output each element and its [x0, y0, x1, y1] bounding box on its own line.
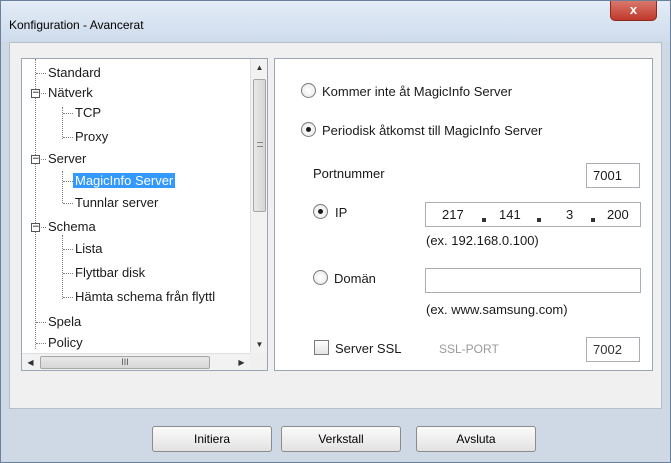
- ip-octet-4[interactable]: 200: [607, 203, 629, 226]
- tree-item-hamta-schema[interactable]: Hämta schema från flyttl: [73, 287, 217, 307]
- title-bar: Konfiguration - Avancerat x: [1, 1, 670, 41]
- tree-guide-line: [63, 273, 73, 274]
- tree-item-label: Nätverk: [48, 85, 93, 100]
- collapse-icon[interactable]: −: [31, 223, 40, 232]
- no-access-label[interactable]: Kommer inte åt MagicInfo Server: [322, 84, 512, 99]
- tree-vertical-scrollbar[interactable]: ▲ ▼: [250, 59, 267, 353]
- domain-label[interactable]: Domän: [334, 271, 376, 286]
- tree-item-tcp[interactable]: TCP: [73, 103, 103, 123]
- tree-item-label: TCP: [75, 105, 101, 120]
- verkstall-button[interactable]: Verkstall: [281, 426, 401, 452]
- tree-guide-line: [63, 249, 73, 250]
- tree-item-label: Proxy: [75, 129, 109, 144]
- tree-item-server[interactable]: Server: [46, 149, 88, 169]
- tree-item-magicinfo-server[interactable]: MagicInfo Server: [73, 171, 176, 191]
- tree-list: Standard − Nätverk TCP Proxy − Server Ma…: [22, 59, 250, 353]
- tree-item-lista[interactable]: Lista: [73, 239, 104, 259]
- tree-item-label: MagicInfo Server: [73, 173, 176, 188]
- tree-item-schema[interactable]: Schema: [46, 217, 98, 237]
- collapse-icon[interactable]: −: [31, 155, 40, 164]
- ssl-port-label: SSL-PORT: [439, 342, 499, 356]
- scroll-up-icon[interactable]: ▲: [251, 59, 268, 76]
- scroll-down-icon[interactable]: ▼: [251, 336, 268, 353]
- ip-dot: [482, 218, 486, 222]
- ip-example: (ex. 192.168.0.100): [426, 233, 539, 248]
- tree-item-label: Flyttbar disk: [75, 265, 146, 280]
- port-label: Portnummer: [313, 166, 385, 181]
- tree-item-label: Tunnlar server: [75, 195, 159, 210]
- tree-item-label: Schema: [48, 219, 96, 234]
- ip-dot: [537, 218, 541, 222]
- tree-item-flyttbar-disk[interactable]: Flyttbar disk: [73, 263, 147, 283]
- tree-item-label: Server: [48, 151, 87, 166]
- ip-dot: [591, 218, 595, 222]
- tree-guide-line: [36, 73, 46, 74]
- close-button[interactable]: x: [610, 1, 657, 21]
- grip-icon: [257, 142, 263, 147]
- tree-item-label: Standard: [48, 65, 101, 80]
- tree-guide-line: [63, 203, 73, 204]
- port-input[interactable]: 7001: [586, 163, 640, 188]
- ssl-port-input[interactable]: 7002: [586, 337, 640, 362]
- tree-guide-line: [63, 181, 73, 182]
- ip-radio[interactable]: [313, 204, 328, 219]
- avsluta-button[interactable]: Avsluta: [416, 426, 536, 452]
- tree-guide-line: [63, 297, 73, 298]
- settings-tree: Standard − Nätverk TCP Proxy − Server Ma…: [21, 58, 268, 371]
- periodic-access-label[interactable]: Periodisk åtkomst till MagicInfo Server: [322, 123, 542, 138]
- window-title: Konfiguration - Avancerat: [9, 18, 144, 32]
- tree-item-tunnlar-server[interactable]: Tunnlar server: [73, 193, 160, 213]
- tree-guide-line: [62, 235, 63, 299]
- tree-item-standard[interactable]: Standard: [46, 63, 103, 83]
- server-ssl-checkbox[interactable]: [314, 340, 329, 355]
- scroll-thumb[interactable]: [253, 79, 266, 212]
- tree-guide-line: [63, 137, 73, 138]
- horizontal-scroll-thumb[interactable]: III: [40, 356, 210, 369]
- tree-guide-line: [62, 171, 63, 203]
- ip-octet-3[interactable]: 3: [566, 203, 573, 226]
- domain-example: (ex. www.samsung.com): [426, 302, 568, 317]
- ip-octet-1[interactable]: 217: [442, 203, 464, 226]
- tree-guide-line: [36, 343, 46, 344]
- collapse-icon[interactable]: −: [31, 89, 40, 98]
- tree-guide-line: [35, 59, 36, 349]
- tree-item-policy[interactable]: Policy: [46, 333, 85, 353]
- tree-guide-line: [63, 113, 73, 114]
- tree-item-spela[interactable]: Spela: [46, 312, 83, 332]
- scroll-left-icon[interactable]: ◀: [22, 354, 39, 371]
- tree-guide-line: [62, 107, 63, 139]
- tree-guide-line: [36, 322, 46, 323]
- domain-radio[interactable]: [313, 270, 328, 285]
- tree-item-label: Lista: [75, 241, 103, 256]
- tree-item-proxy[interactable]: Proxy: [73, 127, 110, 147]
- server-settings-panel: Kommer inte åt MagicInfo Server Periodis…: [274, 58, 653, 371]
- scrollbar-corner: [250, 353, 267, 370]
- ip-label[interactable]: IP: [335, 205, 347, 220]
- tree-horizontal-scrollbar[interactable]: ◀ III ▶: [22, 353, 250, 370]
- initiera-button[interactable]: Initiera: [152, 426, 272, 452]
- domain-input[interactable]: [425, 268, 641, 293]
- scroll-right-icon[interactable]: ▶: [233, 354, 250, 371]
- tree-item-label: Spela: [48, 314, 82, 329]
- tree-item-label: Policy: [48, 335, 83, 350]
- no-access-radio[interactable]: [301, 83, 316, 98]
- tree-item-label: Hämta schema från flyttl: [75, 289, 216, 304]
- periodic-access-radio[interactable]: [301, 122, 316, 137]
- ip-address-input[interactable]: 217 141 3 200: [425, 202, 641, 227]
- server-ssl-label[interactable]: Server SSL: [335, 341, 401, 356]
- ip-octet-2[interactable]: 141: [499, 203, 521, 226]
- tree-item-natverk[interactable]: Nätverk: [46, 83, 95, 103]
